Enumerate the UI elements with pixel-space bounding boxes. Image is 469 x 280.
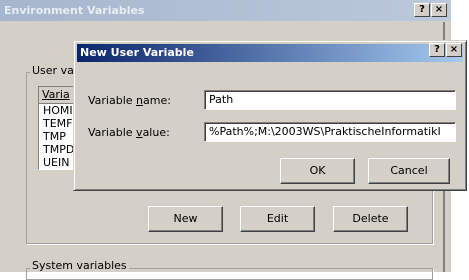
user-variables-group-label: User va xyxy=(30,64,76,77)
variable-name-label-end: ame: xyxy=(143,94,171,107)
new-user-variable-title: New User Variable xyxy=(80,46,194,59)
variable-name-label: Variable name: xyxy=(88,94,171,107)
ok-button[interactable]: OK xyxy=(280,158,355,184)
system-variables-group-label: System variables xyxy=(30,259,129,272)
variable-value-label-end: alue: xyxy=(142,126,170,139)
variable-name-input[interactable]: Path xyxy=(204,90,456,110)
env-title-text: Environment Variables xyxy=(4,4,145,17)
variable-name-label-start: Variable xyxy=(88,94,137,107)
nuv-close-button[interactable]: × xyxy=(446,43,462,57)
variable-value-input[interactable]: %Path%;M:\2003WS\PraktischeInformatikI xyxy=(204,122,456,142)
nuv-help-button[interactable]: ? xyxy=(429,43,445,57)
variable-value-label-start: Variable xyxy=(88,126,137,139)
new-user-variable-dialog: New User Variable ? × Variable name: Pat… xyxy=(73,40,467,191)
env-close-button[interactable]: × xyxy=(431,3,447,17)
cancel-button[interactable]: Cancel xyxy=(368,158,450,184)
edit-button[interactable]: Edit xyxy=(240,206,315,232)
delete-button[interactable]: Delete xyxy=(333,206,408,232)
new-button[interactable]: New xyxy=(148,206,223,232)
variable-value-label: Variable value: xyxy=(88,126,170,139)
new-user-variable-title-bar: New User Variable xyxy=(77,44,463,62)
env-title-bar: Environment Variables xyxy=(0,0,451,21)
env-help-button[interactable]: ? xyxy=(414,3,430,17)
variable-name-label-hotkey: n xyxy=(136,94,144,107)
